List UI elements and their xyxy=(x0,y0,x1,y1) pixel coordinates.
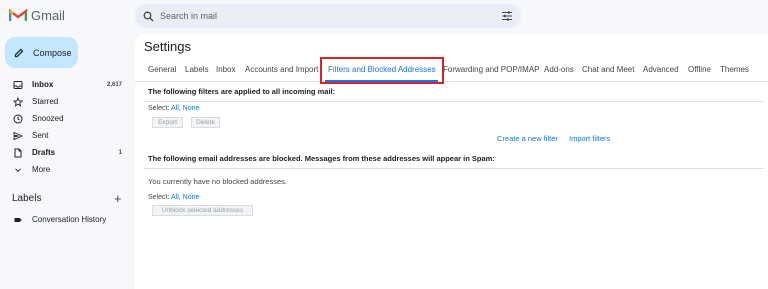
settings-tabs: General Labels Inbox Accounts and Import… xyxy=(135,64,768,82)
export-button[interactable]: Export xyxy=(152,117,183,128)
sidebar-item-drafts[interactable]: Drafts 1 xyxy=(0,144,130,161)
tab-labels[interactable]: Labels xyxy=(185,65,209,74)
sidebar-item-starred[interactable]: Starred xyxy=(0,93,130,110)
import-filters-link[interactable]: Import filters xyxy=(569,134,610,143)
chevron-down-icon xyxy=(13,165,23,175)
send-icon xyxy=(13,131,23,141)
blocked-heading: The following email addresses are blocke… xyxy=(148,154,495,163)
search-options-icon[interactable] xyxy=(501,10,513,22)
sidebar-item-label: Snoozed xyxy=(32,114,64,123)
create-filter-link[interactable]: Create a new filter xyxy=(497,134,558,143)
sidebar-item-label: Drafts xyxy=(32,148,56,157)
compose-button[interactable]: Compose xyxy=(5,37,78,68)
tab-general[interactable]: General xyxy=(148,65,176,74)
select-prefix: Select: xyxy=(148,105,170,112)
tab-advanced[interactable]: Advanced xyxy=(643,65,679,74)
filters-heading: The following filters are applied to all… xyxy=(148,87,336,96)
settings-panel: Settings General Labels Inbox Accounts a… xyxy=(135,33,768,289)
sidebar-item-label: Sent xyxy=(32,131,49,140)
tab-add-ons[interactable]: Add-ons xyxy=(544,65,574,74)
sidebar-item-conversation-history[interactable]: Conversation History xyxy=(0,211,130,228)
sidebar-item-inbox[interactable]: Inbox 2,617 xyxy=(0,76,130,93)
sidebar-item-label: Conversation History xyxy=(32,215,107,224)
sidebar-item-snoozed[interactable]: Snoozed xyxy=(0,110,130,127)
label-icon xyxy=(13,215,23,225)
pencil-icon xyxy=(14,48,24,57)
tab-chat-and-meet[interactable]: Chat and Meet xyxy=(582,65,634,74)
draft-icon xyxy=(13,148,23,158)
search-icon[interactable] xyxy=(143,11,154,22)
sidebar-item-more[interactable]: More xyxy=(0,161,130,178)
clock-icon xyxy=(13,114,23,124)
sidebar: Gmail Compose Inbox 2,617 Starred Snooze… xyxy=(0,0,135,289)
select-all-link[interactable]: All xyxy=(171,105,179,112)
select-none-link[interactable]: None xyxy=(183,105,200,112)
gmail-logo[interactable]: Gmail xyxy=(9,8,65,23)
drafts-count: 1 xyxy=(118,149,122,156)
tab-inbox[interactable]: Inbox xyxy=(216,65,236,74)
star-icon xyxy=(13,96,23,107)
select-separator: , xyxy=(178,194,181,201)
tab-offline[interactable]: Offline xyxy=(688,65,711,74)
select-separator: , xyxy=(178,105,181,112)
sidebar-item-sent[interactable]: Sent xyxy=(0,127,130,144)
filters-select-row: Select: All, None xyxy=(148,105,199,112)
divider xyxy=(144,101,764,102)
app-name: Gmail xyxy=(31,8,65,23)
select-prefix: Select: xyxy=(148,194,170,201)
labels-heading: Labels xyxy=(12,193,42,204)
page-title: Settings xyxy=(144,39,191,54)
delete-button[interactable]: Delete xyxy=(191,117,220,128)
add-label-button[interactable]: + xyxy=(114,191,122,206)
divider xyxy=(144,168,764,169)
inbox-count: 2,617 xyxy=(106,81,122,88)
unblock-selected-button[interactable]: Unblock selected addresses xyxy=(152,205,253,216)
search-bar[interactable]: Search in mail xyxy=(135,4,521,28)
tab-accounts-and-import[interactable]: Accounts and Import xyxy=(245,65,318,74)
blocked-select-row: Select: All, None xyxy=(148,194,199,201)
sidebar-item-label: Inbox xyxy=(32,80,54,89)
tab-forwarding-and-pop-imap[interactable]: Forwarding and POP/IMAP xyxy=(443,65,539,74)
gmail-m-icon xyxy=(9,9,27,21)
search-input[interactable]: Search in mail xyxy=(160,11,217,21)
sidebar-item-label: Starred xyxy=(32,97,59,106)
tab-themes[interactable]: Themes xyxy=(720,65,749,74)
select-none-link[interactable]: None xyxy=(183,194,200,201)
select-all-link[interactable]: All xyxy=(171,194,179,201)
compose-label: Compose xyxy=(33,47,72,58)
inbox-icon xyxy=(13,80,23,90)
no-blocked-message: You currently have no blocked addresses. xyxy=(148,177,287,186)
sidebar-item-label: More xyxy=(32,165,51,174)
highlight-box xyxy=(320,57,444,84)
